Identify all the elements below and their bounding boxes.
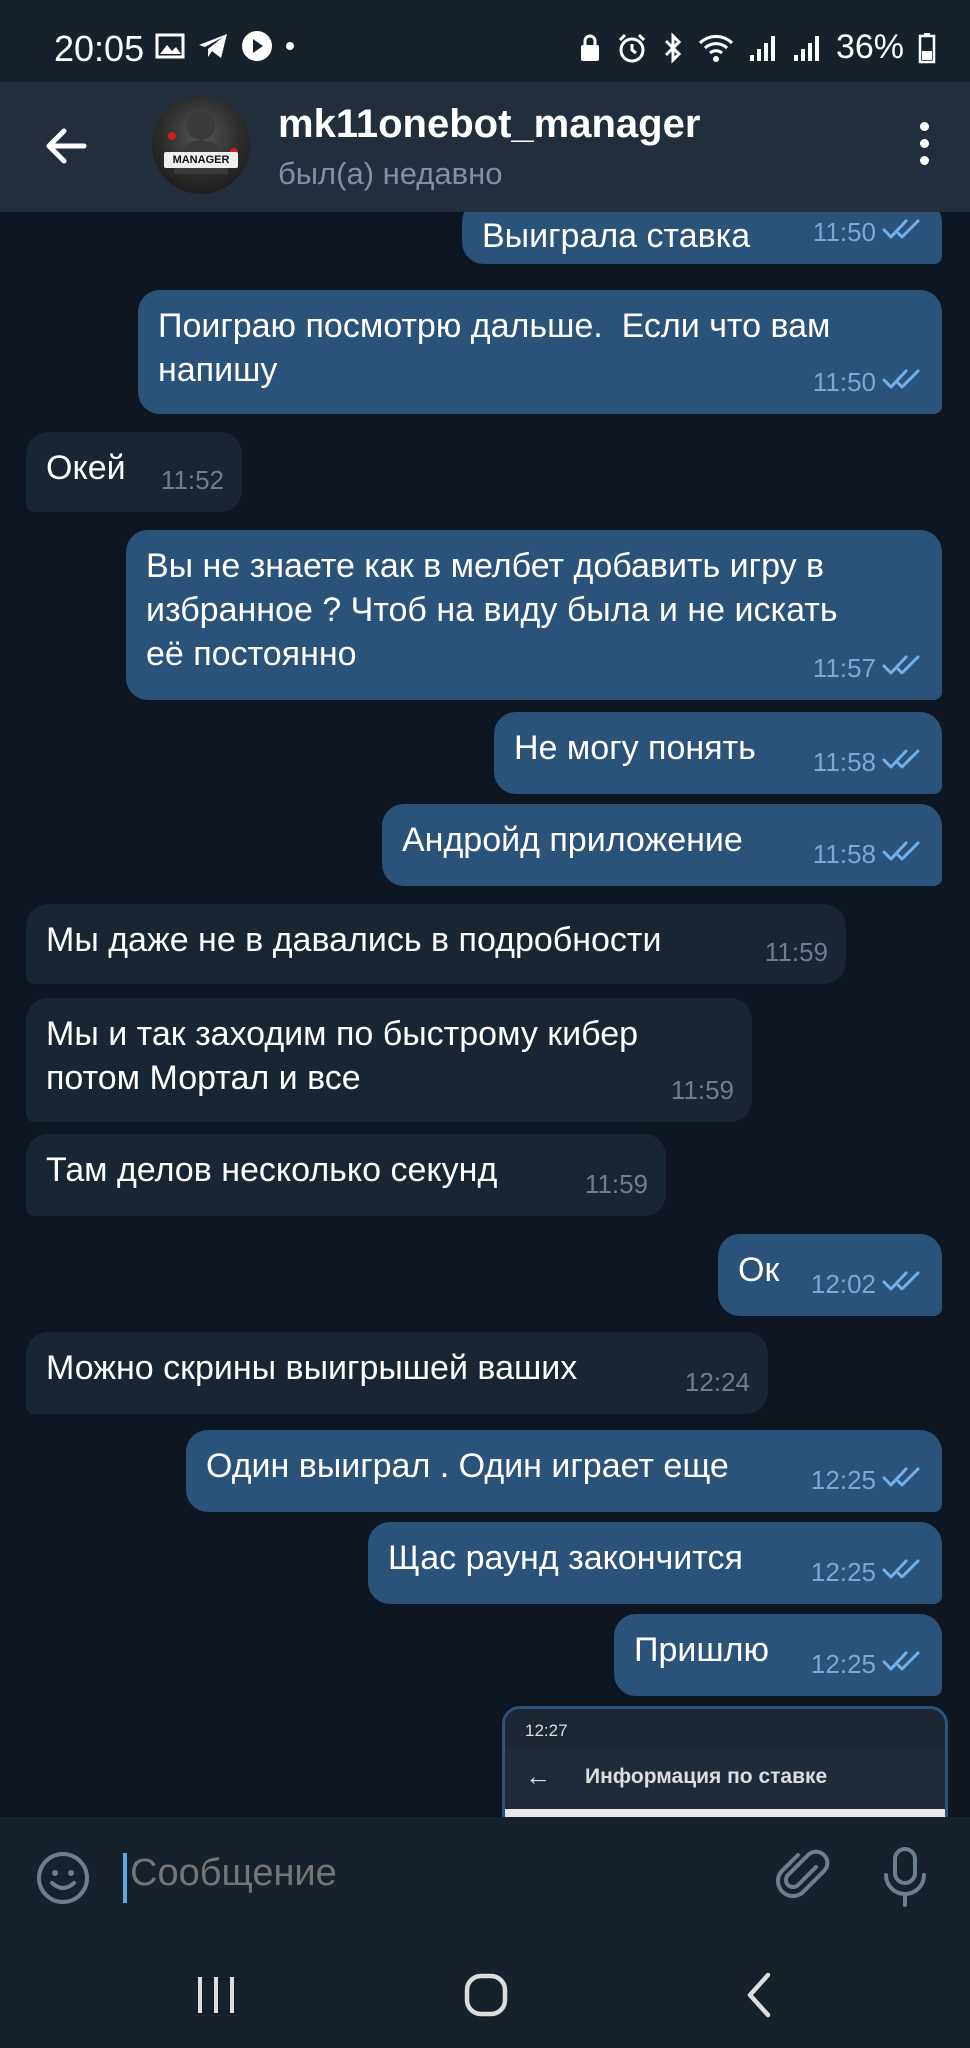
read-check-icon [882, 1458, 924, 1502]
incoming-message[interactable]: Окей 11:52 [26, 432, 242, 512]
gallery-icon [155, 33, 185, 59]
preview-status-time: 12:27 [525, 1721, 568, 1740]
incoming-message[interactable]: Мы и так заходим по быстрому кибер потом… [26, 998, 752, 1122]
system-nav-bar [0, 1933, 970, 2048]
notification-icons [155, 30, 295, 62]
battery-percent: 36% [835, 28, 904, 66]
status-bar: 20:05 36% [0, 0, 970, 82]
message-time: 11:59 [584, 1169, 648, 1199]
outgoing-message[interactable]: Вы не знаете как в мелбет добавить игру … [126, 530, 942, 700]
read-check-icon [882, 1262, 924, 1306]
message-time: 12:25 [810, 1557, 876, 1587]
message-meta: 11:50 [813, 360, 924, 404]
message-time: 11:50 [812, 217, 876, 247]
incoming-message[interactable]: Там делов несколько секунд 11:59 [26, 1134, 666, 1216]
message-time: 11:58 [812, 747, 876, 777]
contact-name[interactable]: mk11onebot_manager [278, 102, 700, 147]
signal-icon [749, 35, 775, 61]
recents-icon[interactable] [194, 1975, 238, 2015]
alarm-icon [618, 33, 645, 62]
avatar[interactable]: MANAGER [152, 96, 250, 194]
message-input-bar [0, 1817, 970, 1933]
microphone-icon[interactable] [880, 1845, 930, 1909]
message-meta: 11:57 [813, 646, 924, 690]
outgoing-message[interactable]: Андройд приложение 11:58 [382, 804, 942, 886]
chat-header: MANAGER mk11onebot_manager был(а) недавн… [0, 82, 970, 212]
message-time: 12:24 [684, 1367, 750, 1397]
outgoing-message[interactable]: Выиграла ставка 11:50 [462, 212, 942, 264]
nav-back-icon[interactable] [744, 1971, 774, 2019]
status-time: 20:05 [54, 28, 145, 69]
outgoing-message[interactable]: Поиграю посмотрю дальше. Если что вам на… [138, 290, 942, 414]
system-icons: 36% [578, 28, 936, 67]
preview-back-icon: ← [525, 1761, 551, 1791]
read-check-icon [882, 1642, 924, 1686]
preview-content [505, 1809, 945, 1817]
message-meta: 11:52 [161, 458, 224, 502]
message-time: 12:25 [810, 1649, 876, 1679]
message-text: Мы даже не в давались в подробности [46, 921, 662, 959]
message-input[interactable] [128, 1851, 732, 1896]
message-time: 11:59 [764, 937, 828, 967]
message-text: Там делов несколько секунд [46, 1151, 498, 1189]
message-meta: 11:59 [671, 1068, 734, 1112]
lock-icon [580, 34, 599, 61]
back-arrow-icon[interactable] [40, 120, 92, 172]
home-icon[interactable] [464, 1973, 508, 2017]
read-check-icon [882, 212, 924, 254]
outgoing-message[interactable]: Не могу понять 11:58 [494, 712, 942, 794]
message-time: 11:58 [812, 839, 876, 869]
message-meta: 12:02 [811, 1262, 924, 1306]
message-time: 11:59 [670, 1075, 734, 1105]
read-check-icon [882, 832, 924, 876]
incoming-message[interactable]: Мы даже не в давались в подробности 11:59 [26, 904, 846, 984]
message-time: 12:25 [810, 1465, 876, 1495]
message-meta: 11:59 [585, 1162, 648, 1206]
message-text: Поиграю посмотрю дальше. Если что вам на… [158, 307, 831, 389]
contact-status: был(а) недавно [278, 156, 503, 191]
text-cursor [123, 1853, 127, 1903]
message-time: 12:02 [810, 1269, 876, 1299]
message-meta: 11:58 [813, 740, 924, 784]
telegram-icon [199, 34, 227, 58]
read-check-icon [882, 646, 924, 690]
dot-icon [286, 42, 294, 50]
play-circle-icon [242, 31, 272, 61]
wifi-icon [698, 34, 733, 62]
outgoing-message[interactable]: Пришлю 12:25 [614, 1614, 942, 1696]
avatar-badge-text: MANAGER [164, 152, 238, 168]
message-meta: 12:24 [685, 1360, 750, 1404]
message-meta: 12:25 [811, 1642, 924, 1686]
message-time: 11:52 [160, 465, 224, 495]
message-meta: 12:25 [811, 1458, 924, 1502]
message-meta: 11:59 [765, 930, 828, 974]
read-check-icon [882, 1550, 924, 1594]
emoji-icon[interactable] [36, 1851, 90, 1905]
signal-icon-2 [793, 35, 819, 61]
message-meta: 11:50 [813, 212, 924, 254]
chat-area[interactable]: Выиграла ставка 11:50 Поиграю посмотрю дал… [0, 212, 970, 1817]
preview-title: Информация по ставке [585, 1765, 828, 1788]
message-time: 11:57 [812, 653, 876, 683]
message-text: Вы не знаете как в мелбет добавить игру … [146, 547, 838, 673]
attach-icon[interactable] [776, 1847, 832, 1903]
image-preview[interactable]: 12:27 ← Информация по ставке [502, 1706, 948, 1817]
outgoing-message[interactable]: Щас раунд закончится 12:25 [368, 1522, 942, 1604]
message-meta: 12:25 [811, 1550, 924, 1594]
read-check-icon [882, 740, 924, 784]
read-check-icon [882, 360, 924, 404]
incoming-message[interactable]: Можно скрины выигрышей ваших 12:24 [26, 1332, 768, 1414]
avatar-figure-icon [168, 112, 238, 174]
message-text: Мы и так заходим по быстрому кибер потом… [46, 1015, 639, 1097]
outgoing-message[interactable]: Ок 12:02 [718, 1234, 942, 1316]
message-time: 11:50 [812, 367, 876, 397]
more-options-icon[interactable] [916, 122, 932, 172]
battery-icon [918, 32, 936, 63]
outgoing-message[interactable]: Один выиграл . Один играет еще 12:25 [186, 1430, 942, 1512]
bluetooth-icon [664, 31, 682, 64]
message-text: Можно скрины выигрышей ваших [46, 1349, 578, 1387]
message-meta: 11:58 [813, 832, 924, 876]
